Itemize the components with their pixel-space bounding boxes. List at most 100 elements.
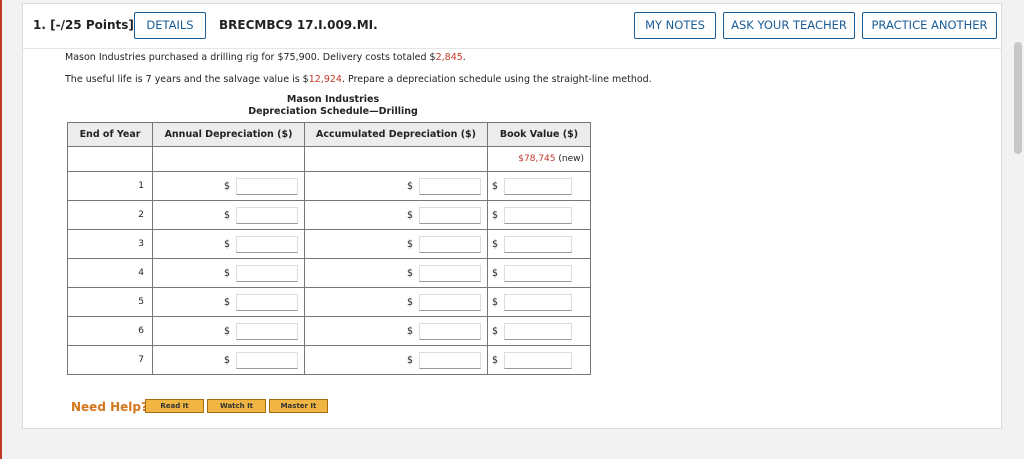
accumulated-depreciation-cell: $ [304, 345, 488, 375]
input-wrapper: $ [305, 230, 487, 258]
currency-symbol: $ [406, 238, 413, 250]
details-button[interactable]: DETAILS [134, 12, 206, 39]
table-row: 2 $ $ $ [67, 200, 591, 230]
input-wrapper: $ [305, 172, 487, 200]
problem-line-1: Mason Industries purchased a drilling ri… [65, 52, 466, 63]
currency-symbol: $ [223, 267, 230, 279]
initial-book-value-amount: $78,745 [518, 154, 556, 164]
book-value-input[interactable] [504, 206, 573, 224]
book-value-input[interactable] [504, 351, 573, 369]
scrollbar-thumb[interactable] [1014, 42, 1022, 154]
book-value-input[interactable] [504, 264, 573, 282]
accumulated-depreciation-input[interactable] [419, 235, 481, 253]
question-code: BRECMBC9 17.I.009.MI. [219, 18, 378, 32]
delivery-cost-value: 2,845 [435, 52, 463, 63]
table-subtitle: Depreciation Schedule—Drilling [248, 106, 418, 117]
annual-depreciation-input[interactable] [236, 351, 298, 369]
read-it-button[interactable]: Read It [145, 399, 204, 413]
annual-depreciation-input[interactable] [236, 235, 298, 253]
input-wrapper: $ [488, 201, 590, 229]
input-wrapper: $ [153, 201, 304, 229]
currency-symbol: $ [223, 354, 230, 366]
table-row: 7 $ $ $ [67, 345, 591, 375]
col-header-annual-depreciation: Annual Depreciation ($) [152, 122, 305, 147]
annual-depreciation-input[interactable] [236, 322, 298, 340]
ask-your-teacher-button[interactable]: ASK YOUR TEACHER [723, 12, 855, 39]
year-cell: 4 [67, 258, 153, 288]
table-row: 3 $ $ $ [67, 229, 591, 259]
accumulated-depreciation-input[interactable] [419, 322, 481, 340]
accumulated-depreciation-input[interactable] [419, 177, 481, 195]
book-value-cell: $ [487, 316, 591, 346]
book-value-cell: $ [487, 258, 591, 288]
input-wrapper: $ [153, 230, 304, 258]
empty-cell [152, 146, 305, 172]
question-card: 1. [-/25 Points] DETAILS BRECMBC9 17.I.0… [22, 3, 1002, 429]
book-value-input[interactable] [504, 235, 573, 253]
points-label: [-/25 Points] [50, 18, 134, 32]
problem-text: Mason Industries purchased a drilling ri… [65, 52, 436, 63]
annual-depreciation-cell: $ [152, 345, 305, 375]
question-header: 1. [-/25 Points] DETAILS BRECMBC9 17.I.0… [23, 4, 1001, 49]
need-help-label: Need Help? [71, 400, 148, 414]
accumulated-depreciation-input[interactable] [419, 206, 481, 224]
book-value-input[interactable] [504, 177, 573, 195]
problem-line-2: The useful life is 7 years and the salva… [65, 74, 652, 85]
table-row: 6 $ $ $ [67, 316, 591, 346]
accumulated-depreciation-input[interactable] [419, 293, 481, 311]
book-value-input[interactable] [504, 322, 573, 340]
year-cell: 2 [67, 200, 153, 230]
watch-it-button[interactable]: Watch It [207, 399, 266, 413]
input-wrapper: $ [305, 346, 487, 374]
currency-symbol: $ [223, 296, 230, 308]
currency-symbol: $ [406, 296, 413, 308]
currency-symbol: $ [406, 209, 413, 221]
annual-depreciation-cell: $ [152, 229, 305, 259]
practice-another-button[interactable]: PRACTICE ANOTHER [862, 12, 997, 39]
accumulated-depreciation-cell: $ [304, 258, 488, 288]
currency-symbol: $ [492, 325, 499, 337]
currency-symbol: $ [223, 180, 230, 192]
accumulated-depreciation-cell: $ [304, 316, 488, 346]
annual-depreciation-cell: $ [152, 171, 305, 201]
input-wrapper: $ [153, 172, 304, 200]
left-edge-marker [0, 0, 2, 459]
accumulated-depreciation-input[interactable] [419, 351, 481, 369]
my-notes-button[interactable]: MY NOTES [634, 12, 716, 39]
book-value-input[interactable] [504, 293, 573, 311]
input-wrapper: $ [488, 317, 590, 345]
table-row: 4 $ $ $ [67, 258, 591, 288]
annual-depreciation-cell: $ [152, 200, 305, 230]
accumulated-depreciation-input[interactable] [419, 264, 481, 282]
currency-symbol: $ [406, 354, 413, 366]
year-cell: 7 [67, 345, 153, 375]
empty-cell [304, 146, 488, 172]
year-cell: 1 [67, 171, 153, 201]
currency-symbol: $ [492, 296, 499, 308]
initial-book-value-note: (new) [558, 154, 584, 164]
currency-symbol: $ [492, 267, 499, 279]
col-header-accumulated-depreciation: Accumulated Depreciation ($) [304, 122, 488, 147]
annual-depreciation-input[interactable] [236, 293, 298, 311]
book-value-cell: $ [487, 200, 591, 230]
currency-symbol: $ [492, 354, 499, 366]
problem-text: The useful life is 7 years and the salva… [65, 74, 309, 85]
table-title: Mason Industries [286, 94, 380, 105]
currency-symbol: $ [406, 180, 413, 192]
table-row: 5 $ $ $ [67, 287, 591, 317]
master-it-button[interactable]: Master It [269, 399, 328, 413]
table-row: 1 $ $ $ [67, 171, 591, 201]
input-wrapper: $ [153, 346, 304, 374]
currency-symbol: $ [223, 325, 230, 337]
annual-depreciation-input[interactable] [236, 206, 298, 224]
salvage-value: 12,924 [308, 74, 342, 85]
annual-depreciation-cell: $ [152, 316, 305, 346]
input-wrapper: $ [305, 259, 487, 287]
annual-depreciation-input[interactable] [236, 177, 298, 195]
currency-symbol: $ [406, 267, 413, 279]
input-wrapper: $ [488, 230, 590, 258]
input-wrapper: $ [153, 259, 304, 287]
currency-symbol: $ [406, 325, 413, 337]
problem-text: . [462, 52, 466, 63]
annual-depreciation-input[interactable] [236, 264, 298, 282]
